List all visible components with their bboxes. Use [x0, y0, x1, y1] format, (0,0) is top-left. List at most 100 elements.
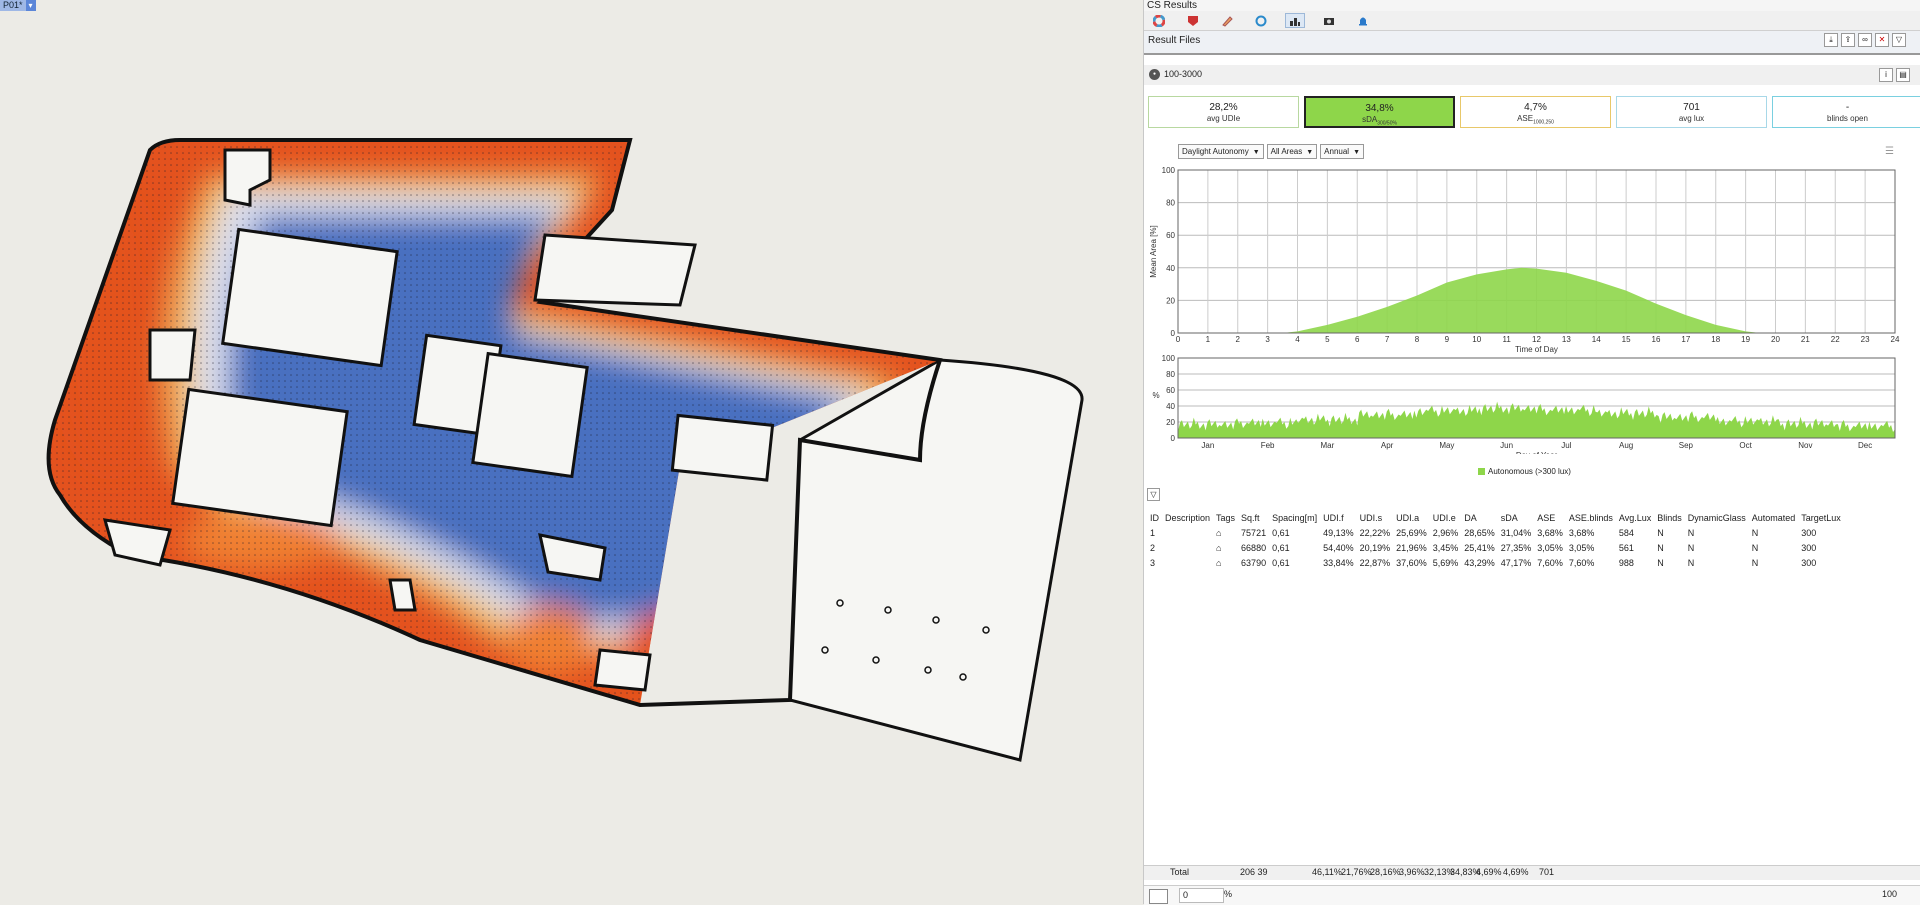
- metric-dropdown[interactable]: Daylight Autonomy ▼: [1178, 144, 1264, 159]
- camera-icon[interactable]: [1319, 13, 1339, 28]
- column-header[interactable]: ASE.blinds: [1566, 510, 1616, 525]
- info-icon[interactable]: i: [1879, 68, 1893, 82]
- table-row[interactable]: 1 ⌂ 75721 0,61 49,13% 22,22% 25,69% 2,96% 28,65%…: [1147, 525, 1844, 540]
- time-of-day-chart: 0204060801000 1 2 3 4 5 6 7 8 9 10 11 12 13 14 15 16 17 18…: [1149, 166, 1900, 354]
- column-header[interactable]: UDI.f: [1320, 510, 1357, 525]
- x-tick-label: 1: [1206, 335, 1211, 344]
- column-header[interactable]: UDI.a: [1393, 510, 1430, 525]
- x-tick-label: Oct: [1739, 441, 1752, 450]
- table-cell: 1: [1150, 527, 1156, 538]
- metric-card-label: ASE1000,250: [1517, 114, 1554, 126]
- table-cell: [1162, 555, 1213, 570]
- totals-udia: 28,16%: [1370, 867, 1401, 877]
- y-tick-label: 0: [1171, 434, 1176, 443]
- x-axis-label: Day of Year: [1516, 451, 1558, 454]
- toggle-button[interactable]: [1149, 889, 1168, 904]
- metric-card[interactable]: 28,2% avg UDIe: [1148, 96, 1299, 128]
- floorplan-viewport[interactable]: P01* ▾: [0, 0, 1140, 904]
- pencil-icon[interactable]: [1217, 13, 1237, 28]
- table-cell: 47,17%: [1500, 557, 1532, 568]
- totals-sqft: 206 39: [1240, 867, 1268, 877]
- y-tick-label: 100: [1162, 166, 1176, 175]
- column-header[interactable]: TargetLux: [1798, 510, 1844, 525]
- link-icon[interactable]: ∞: [1858, 33, 1872, 47]
- x-tick-label: 14: [1592, 335, 1601, 344]
- filter-icon[interactable]: ▽: [1892, 33, 1906, 47]
- refresh-icon[interactable]: [1251, 13, 1271, 28]
- column-header[interactable]: UDI.e: [1430, 510, 1462, 525]
- export-icon[interactable]: ⇪: [1841, 33, 1855, 47]
- area-dropdown[interactable]: All Areas ▼: [1266, 144, 1318, 159]
- x-tick-label: 23: [1861, 335, 1870, 344]
- table-cell: 63790: [1241, 557, 1267, 568]
- bell-icon[interactable]: [1353, 13, 1373, 28]
- tag-icon: ⌂: [1216, 542, 1222, 553]
- tag-icon: ⌂: [1216, 557, 1222, 568]
- column-header[interactable]: ID: [1147, 510, 1162, 525]
- viewport-dropdown-icon[interactable]: ▾: [25, 0, 36, 11]
- x-tick-label: 6: [1355, 335, 1360, 344]
- period-dropdown[interactable]: Annual ▼: [1320, 144, 1365, 159]
- table-cell: 25,41%: [1464, 542, 1495, 553]
- results-panel: CS Results Result Files ⤓ ⇪ ∞ ✕ ▽ ● 100-…: [1143, 0, 1920, 905]
- y-tick-label: 100: [1162, 354, 1176, 363]
- metric-header: ● 100-3000 i ▤: [1144, 65, 1920, 85]
- column-header[interactable]: Blinds: [1654, 510, 1685, 525]
- column-header[interactable]: Tags: [1213, 510, 1238, 525]
- y-tick-label: 20: [1166, 296, 1175, 305]
- y-tick-label: 40: [1166, 402, 1175, 411]
- x-tick-label: 19: [1741, 335, 1750, 344]
- table-cell: 584: [1618, 527, 1634, 538]
- x-tick-label: 5: [1325, 335, 1330, 344]
- table-row[interactable]: 3 ⌂ 63790 0,61 33,84% 22,87% 37,60% 5,69% 43,29%…: [1147, 555, 1844, 570]
- chart-icon[interactable]: [1285, 13, 1305, 28]
- metric-card[interactable]: 4,7% ASE1000,250: [1460, 96, 1611, 128]
- y-tick-label: 80: [1166, 199, 1175, 208]
- column-header[interactable]: sDA: [1498, 510, 1535, 525]
- x-tick-label: 20: [1771, 335, 1780, 344]
- column-header[interactable]: UDI.s: [1357, 510, 1394, 525]
- table-cell: 0,61: [1272, 557, 1290, 568]
- column-header[interactable]: Avg.Lux: [1616, 510, 1654, 525]
- series-area: [1178, 401, 1895, 438]
- totals-row: Total 206 39 46,11% 21,76% 28,16% 3,96% …: [1144, 865, 1920, 880]
- x-tick-label: 2: [1236, 335, 1241, 344]
- x-tick-label: 16: [1652, 335, 1661, 344]
- table-cell: 300: [1801, 527, 1817, 538]
- column-header[interactable]: Spacing[m]: [1269, 510, 1320, 525]
- column-header[interactable]: DynamicGlass: [1685, 510, 1749, 525]
- table-row[interactable]: 2 ⌂ 66880 0,61 54,40% 20,19% 21,96% 3,45% 25,41%…: [1147, 540, 1844, 555]
- document-icon[interactable]: ▤: [1896, 68, 1910, 82]
- close-icon[interactable]: ✕: [1875, 33, 1889, 47]
- menu-icon[interactable]: ☰: [1885, 146, 1894, 157]
- totals-udif: 46,11%: [1312, 867, 1342, 877]
- x-tick-label: 7: [1385, 335, 1390, 344]
- viewport-tab[interactable]: P01* ▾: [0, 0, 36, 11]
- metric-card[interactable]: - blinds open: [1772, 96, 1920, 128]
- table-filter-icon[interactable]: ▽: [1147, 488, 1160, 501]
- column-header[interactable]: Sq.ft: [1238, 510, 1269, 525]
- download-icon[interactable]: ⤓: [1824, 33, 1838, 47]
- table-cell: 0,61: [1272, 527, 1290, 538]
- table-cell: 300: [1801, 557, 1817, 568]
- table-cell: 37,60%: [1396, 557, 1427, 568]
- column-header[interactable]: Automated: [1749, 510, 1799, 525]
- x-tick-label: 21: [1801, 335, 1810, 344]
- column-header[interactable]: Description: [1162, 510, 1213, 525]
- metric-card[interactable]: 701 avg lux: [1616, 96, 1767, 128]
- table-cell: N: [1657, 557, 1664, 568]
- value-input[interactable]: 0: [1179, 888, 1224, 903]
- metric-card[interactable]: 34,8% sDA300/50%: [1304, 96, 1455, 128]
- shield-icon[interactable]: [1183, 13, 1203, 28]
- table-cell: 66880: [1241, 542, 1267, 553]
- column-header[interactable]: ASE: [1534, 510, 1566, 525]
- y-tick-label: 60: [1166, 386, 1175, 395]
- table-cell: 2: [1150, 542, 1156, 553]
- chart-legend: Autonomous (>300 lux): [1478, 467, 1571, 476]
- table-cell: ⌂: [1213, 555, 1238, 570]
- legend-label: Autonomous (>300 lux): [1488, 467, 1571, 476]
- column-header[interactable]: DA: [1461, 510, 1498, 525]
- x-tick-label: May: [1439, 441, 1454, 450]
- color-wheel-icon[interactable]: [1149, 13, 1169, 28]
- totals-label: Total: [1170, 867, 1190, 877]
